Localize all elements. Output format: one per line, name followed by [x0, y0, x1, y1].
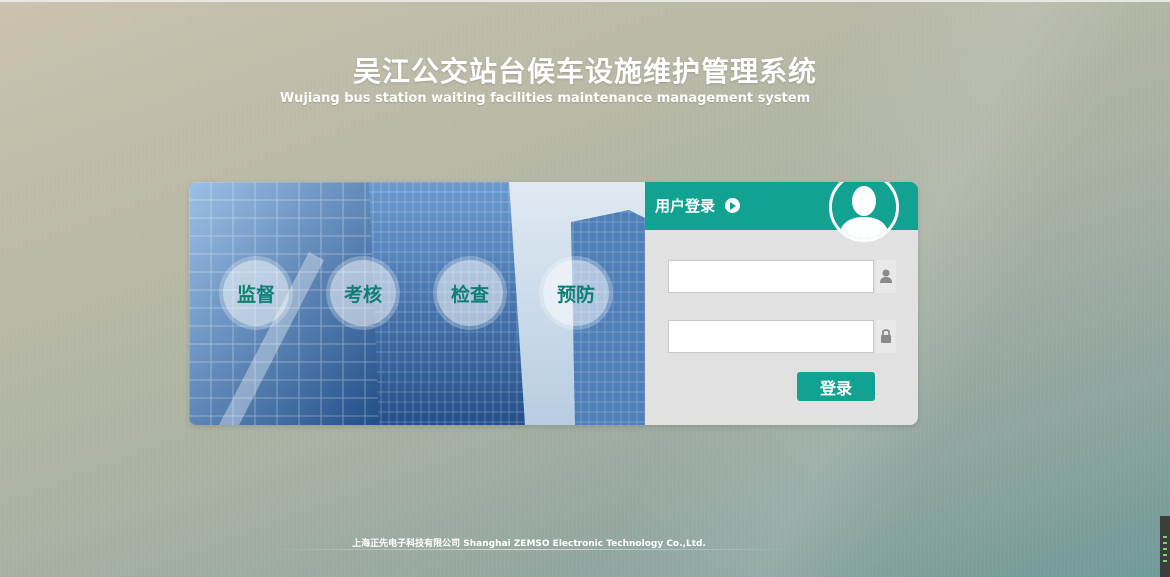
system-subtitle: Wujiang bus station waiting facilities m…	[279, 91, 811, 106]
avatar	[829, 182, 899, 242]
footer-copyright: 上海正先电子科技有限公司 Shanghai ZEMSO Electronic T…	[352, 539, 706, 549]
bubble-inspect: 检查	[437, 260, 503, 326]
play-circle-icon	[725, 198, 740, 213]
building-banner: 监督 考核 检查 预防	[189, 182, 645, 425]
username-field[interactable]	[668, 260, 874, 293]
login-card: 监督 考核 检查 预防 用户登录 登录	[189, 182, 918, 425]
login-panel: 用户登录 登录	[645, 182, 918, 425]
footer-divider	[265, 549, 800, 550]
username-input[interactable]	[669, 261, 873, 292]
login-title: 用户登录	[655, 197, 716, 215]
bubble-label: 预防	[556, 283, 595, 306]
password-field[interactable]	[668, 320, 874, 353]
lock-icon	[876, 320, 896, 353]
bubble-prevent: 预防	[543, 260, 609, 326]
login-page: 吴江公交站台候车设施维护管理系统 Wujiang bus station wai…	[0, 0, 1170, 577]
bubble-label: 监督	[236, 283, 275, 306]
system-tray-widget	[1160, 516, 1170, 577]
bubble-supervise: 监督	[223, 260, 289, 326]
login-button[interactable]: 登录	[797, 372, 875, 401]
bubble-label: 检查	[450, 283, 489, 306]
bubble-label: 考核	[343, 283, 382, 306]
top-border	[0, 0, 1170, 2]
user-silhouette-icon	[832, 182, 896, 239]
system-title: 吴江公交站台候车设施维护管理系统	[352, 55, 817, 88]
password-input[interactable]	[669, 321, 873, 352]
bubble-assess: 考核	[330, 260, 396, 326]
user-icon	[876, 260, 896, 293]
